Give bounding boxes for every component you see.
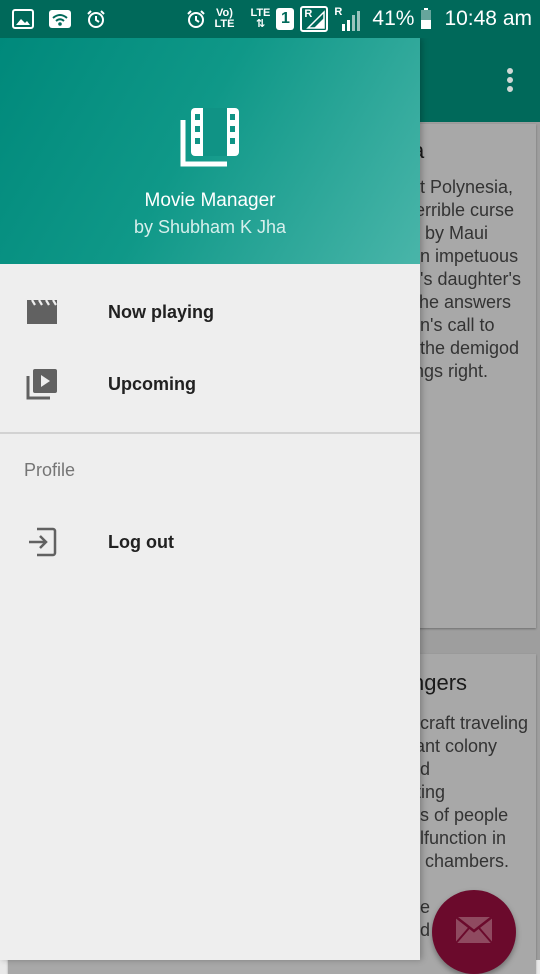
wifi-icon: [48, 9, 72, 29]
sim-icon: 1: [276, 8, 295, 30]
movie-title: a: [412, 138, 536, 164]
overview-line: alfunction in: [410, 828, 507, 848]
nav-item-upcoming[interactable]: Upcoming: [0, 348, 420, 420]
overflow-menu-icon[interactable]: [506, 68, 514, 94]
overview-line: she answers: [410, 292, 512, 312]
app-author: by Shubham K Jha: [133, 217, 287, 237]
overview-line: ecraft traveling: [410, 713, 529, 733]
video-library-icon: [26, 368, 58, 400]
data-arrows-icon: ⇅: [255, 18, 266, 30]
nav-label: Upcoming: [108, 373, 196, 394]
lte-icon: LTE ⇅: [250, 8, 270, 30]
overview-line: o chambers.: [410, 851, 510, 871]
battery-percent: 41%: [372, 7, 415, 30]
clapperboard-icon: [26, 296, 58, 328]
overview-line: rting: [410, 782, 446, 802]
overview-line: an's call to: [410, 315, 495, 335]
overview-line: t the demigod: [410, 338, 520, 358]
nav-item-log-out[interactable]: Log out: [0, 506, 420, 578]
sim-label: 1: [280, 10, 290, 27]
navigation-drawer[interactable]: Movie Manager by Shubham K Jha Now playi…: [0, 38, 420, 960]
battery-icon: [420, 8, 432, 30]
overview-line: ings right.: [410, 361, 489, 381]
movie-overview: nt Polynesia, terrible curse d by Maui a…: [410, 176, 536, 383]
overview-line: nt Polynesia,: [410, 177, 514, 197]
volte-icon: Vo) LTE: [214, 7, 235, 30]
nav-item-now-playing[interactable]: Now playing: [0, 276, 420, 348]
alarm-icon: [186, 9, 206, 29]
status-bar: Vo) LTE LTE ⇅ 1 R R 41% 10:48 am: [0, 0, 540, 38]
divider: [0, 432, 420, 434]
overview-line: d by Maui: [410, 223, 489, 243]
mail-icon: [455, 915, 493, 949]
overview-line: n's daughter's: [410, 269, 521, 289]
section-header-profile: Profile: [24, 460, 76, 480]
signal-icon: R: [300, 6, 329, 32]
app-title: Movie Manager: [144, 190, 276, 211]
nav-label: Log out: [108, 531, 174, 552]
overview-line: ds of people: [410, 805, 509, 825]
overview-line: nd: [410, 759, 431, 779]
nav-label: Now playing: [108, 301, 215, 322]
overview-line: an impetuous: [410, 246, 519, 266]
logout-icon: [26, 526, 58, 558]
drawer-header: Movie Manager by Shubham K Jha: [0, 38, 420, 264]
signal-icon: R: [334, 6, 361, 32]
overview-line: terrible curse: [410, 200, 515, 220]
alarm-icon: [86, 9, 106, 29]
image-icon: [12, 9, 34, 29]
overview-line: tant colony: [410, 736, 498, 756]
movie-title: ngers: [412, 670, 468, 695]
mail-fab-button[interactable]: [432, 890, 516, 974]
clock: 10:48 am: [444, 7, 532, 30]
movie-library-icon: [179, 106, 241, 168]
